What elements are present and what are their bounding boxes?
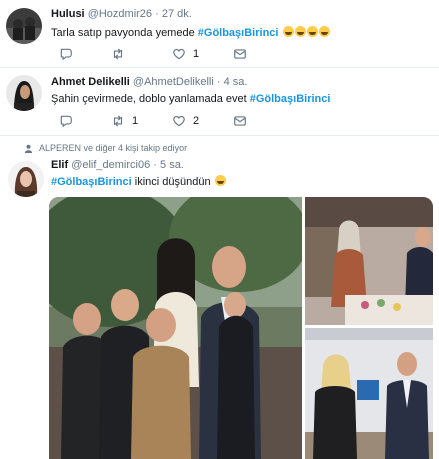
retweet-button[interactable] xyxy=(111,46,132,62)
reply-icon xyxy=(60,115,72,127)
like-count: 2 xyxy=(193,115,200,127)
tweet-text: #GölbaşıBirinci ikinci düşündün xyxy=(51,175,226,188)
retweet-button[interactable]: 1 xyxy=(111,113,138,129)
direct-message-button[interactable] xyxy=(233,113,247,129)
tweet-text: Tarla satıp pavyonda yemede #GölbaşıBiri… xyxy=(51,26,330,39)
retweet-count: 1 xyxy=(132,115,139,127)
reply-button[interactable] xyxy=(59,113,80,129)
social-context-text: ALPEREN ve diğer 4 kişi takip ediyor xyxy=(39,143,188,153)
direct-message-button[interactable] xyxy=(233,46,247,62)
tweet-text-plain: Şahin çevirmede, doblo yanlamada evet xyxy=(51,93,250,105)
avatar[interactable] xyxy=(6,8,42,44)
avatar[interactable] xyxy=(8,161,44,197)
reply-button[interactable] xyxy=(59,46,80,62)
tweet-text-plain: ikinci düşündün xyxy=(131,176,214,188)
grinning-sweat-emoji xyxy=(306,26,318,37)
grimacing-emoji xyxy=(214,175,226,186)
like-button[interactable]: 1 xyxy=(172,46,199,62)
tweet-media-grid xyxy=(49,197,433,459)
avatar-image xyxy=(6,8,42,44)
tweet-header: Hulusi @Hozdmir26 · 27 dk. xyxy=(51,8,192,20)
separator-dot: · xyxy=(216,76,221,88)
grinning-sweat-emoji xyxy=(294,26,306,37)
user-handle[interactable]: @elif_demirci06 xyxy=(71,159,150,171)
envelope-icon xyxy=(234,49,246,59)
retweet-icon xyxy=(113,48,123,60)
retweet-icon xyxy=(113,115,123,127)
display-name[interactable]: Hulusi xyxy=(51,8,85,20)
user-handle[interactable]: @AhmetDelikelli xyxy=(133,76,214,88)
tweet-text-plain: Tarla satıp pavyonda yemede xyxy=(51,27,198,39)
like-count: 1 xyxy=(193,48,200,60)
hashtag-link[interactable]: #GölbaşıBirinci xyxy=(198,27,279,39)
photo-image xyxy=(305,197,433,325)
tweet-card[interactable]: Ahmet Delikelli @AhmetDelikelli · 4 sa. … xyxy=(0,68,439,136)
tweet-card[interactable]: ALPEREN ve diğer 4 kişi takip ediyor Eli… xyxy=(0,137,439,459)
tweet-card[interactable]: Hulusi @Hozdmir26 · 27 dk. Tarla satıp p… xyxy=(0,0,439,68)
tweet-actions: 1 xyxy=(51,46,301,62)
tweet-actions: 1 2 xyxy=(51,113,301,129)
heart-icon xyxy=(173,115,185,127)
user-handle[interactable]: @Hozdmir26 xyxy=(88,8,152,20)
avatar-image xyxy=(6,75,42,111)
grinning-sweat-emoji xyxy=(282,26,294,37)
media-photo[interactable] xyxy=(305,328,433,459)
display-name[interactable]: Ahmet Delikelli xyxy=(51,76,130,88)
hashtag-link[interactable]: #GölbaşıBirinci xyxy=(51,176,132,188)
separator-dot: · xyxy=(155,8,159,20)
avatar[interactable] xyxy=(6,75,42,111)
photo-image xyxy=(49,197,302,459)
heart-icon xyxy=(173,48,185,60)
media-photo[interactable] xyxy=(305,197,433,325)
grinning-emoji xyxy=(318,26,330,37)
tweet-text: Şahin çevirmede, doblo yanlamada evet #G… xyxy=(51,93,330,105)
reply-icon xyxy=(60,48,72,60)
separator-dot: · xyxy=(153,159,157,171)
tweet-header: Ahmet Delikelli @AhmetDelikelli · 4 sa. xyxy=(51,76,247,88)
display-name[interactable]: Elif xyxy=(51,159,68,171)
avatar-image xyxy=(8,161,44,197)
envelope-icon xyxy=(234,116,246,126)
social-context[interactable]: ALPEREN ve diğer 4 kişi takip ediyor xyxy=(24,143,187,153)
like-button[interactable]: 2 xyxy=(172,113,199,129)
media-photo[interactable] xyxy=(49,197,302,459)
timestamp[interactable]: 27 dk. xyxy=(162,8,192,20)
hashtag-link[interactable]: #GölbaşıBirinci xyxy=(250,93,331,105)
photo-image xyxy=(305,328,433,459)
timestamp[interactable]: 5 sa. xyxy=(160,159,184,171)
tweet-header: Elif @elif_demirci06 · 5 sa. xyxy=(51,159,184,171)
person-icon xyxy=(24,144,33,153)
timestamp[interactable]: 4 sa. xyxy=(224,76,248,88)
